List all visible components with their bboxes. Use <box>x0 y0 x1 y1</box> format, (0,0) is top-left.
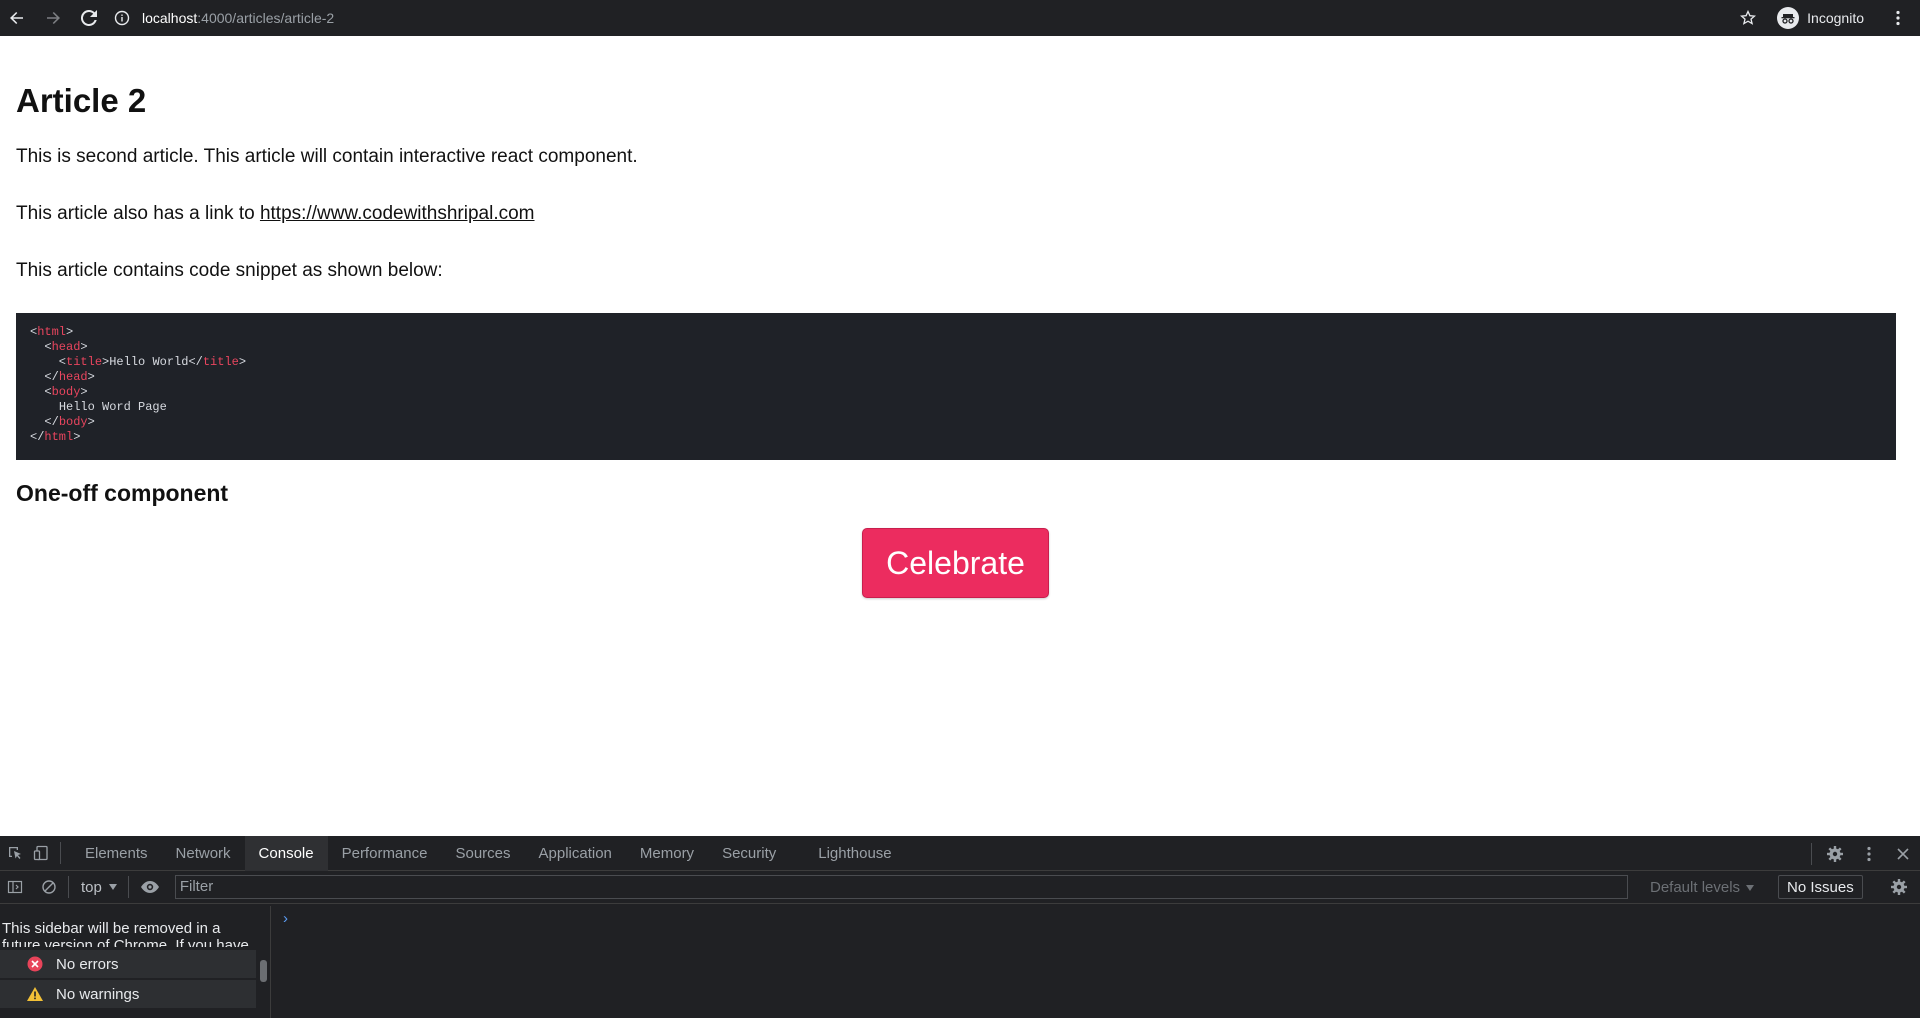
intro-paragraph: This is second article. This article wil… <box>16 146 638 167</box>
profile-label: Incognito <box>1807 10 1864 26</box>
tab-console[interactable]: Console <box>244 835 328 871</box>
celebrate-button[interactable]: Celebrate <box>862 528 1049 598</box>
eye-icon[interactable] <box>137 874 163 900</box>
console-prompt-icon[interactable]: › <box>283 910 288 927</box>
sidebar-item-errors[interactable]: No errors <box>0 950 256 978</box>
log-levels-dropdown[interactable]: Default levels <box>1650 871 1755 904</box>
code-tag: html <box>44 430 74 444</box>
browser-toolbar: localhost:4000/articles/article-2 Incogn… <box>0 0 1920 36</box>
show-sidebar-icon[interactable] <box>2 874 28 900</box>
code-line: </head> <box>30 370 95 384</box>
address-bar[interactable]: localhost:4000/articles/article-2 <box>114 10 334 26</box>
reload-icon[interactable] <box>74 3 104 33</box>
context-label: top <box>81 878 102 896</box>
code-line: </body> <box>30 415 95 429</box>
code-tag: body <box>58 415 88 429</box>
issues-button[interactable]: No Issues <box>1778 875 1863 899</box>
inspect-element-icon[interactable] <box>2 840 28 866</box>
divider <box>127 876 129 898</box>
console-sidebar: This sidebar will be removed in a future… <box>0 906 271 1018</box>
tab-lighthouse[interactable]: Lighthouse <box>804 836 905 871</box>
url-host: localhost <box>142 10 198 26</box>
link-prefix: This article also has a link to <box>16 203 260 224</box>
url-path: :4000/articles/article-2 <box>197 10 335 26</box>
info-icon[interactable] <box>114 10 130 26</box>
devtools-tabbar: Elements Network Console Performance Sou… <box>0 835 1920 871</box>
console-settings-gear-icon[interactable] <box>1886 874 1912 900</box>
divider <box>60 842 61 864</box>
code-tag: html <box>37 325 67 339</box>
dropdown-triangle-icon <box>108 884 117 890</box>
incognito-icon <box>1777 7 1800 29</box>
code-line: <html> <box>30 325 74 339</box>
code-line: Hello Word Page <box>58 400 167 414</box>
settings-gear-icon[interactable] <box>1822 841 1848 867</box>
incognito-profile[interactable]: Incognito <box>1777 7 1864 29</box>
code-tag: head <box>51 340 81 354</box>
more-menu-icon[interactable] <box>1886 3 1910 33</box>
tab-sources[interactable]: Sources <box>441 836 524 871</box>
sidebar-item-label: No errors <box>56 955 119 973</box>
code-tag: title <box>202 355 239 369</box>
sidebar-item-warnings[interactable]: No warnings <box>0 980 256 1008</box>
bookmark-star-icon[interactable] <box>1733 3 1763 33</box>
tab-network[interactable]: Network <box>162 836 245 871</box>
tab-elements[interactable]: Elements <box>71 836 162 871</box>
code-tag: head <box>58 370 88 384</box>
filter-input[interactable]: Filter <box>174 875 1628 899</box>
sidebar-item-label: No warnings <box>56 985 140 1003</box>
tab-performance[interactable]: Performance <box>328 836 442 871</box>
back-arrow-icon[interactable] <box>2 3 32 33</box>
device-toolbar-icon[interactable] <box>28 840 54 866</box>
sidebar-scrollbar[interactable] <box>260 960 267 982</box>
close-icon[interactable] <box>1890 841 1916 867</box>
external-link[interactable]: https://www.codewithshripal.com <box>260 203 535 224</box>
code-tag: body <box>51 385 81 399</box>
devtools-menu-icon[interactable] <box>1856 841 1882 867</box>
warning-icon <box>26 985 44 1003</box>
context-selector[interactable]: top <box>81 879 118 896</box>
forward-arrow-icon[interactable] <box>38 3 68 33</box>
tab-application[interactable]: Application <box>525 836 626 871</box>
code-line: <title>Hello World</title> <box>30 355 247 369</box>
page-title: Article 2 <box>16 82 147 119</box>
clear-console-icon[interactable] <box>36 874 62 900</box>
tab-security[interactable]: Security <box>708 836 790 871</box>
sidebar-deprecation-message: This sidebar will be removed in a future… <box>2 920 249 947</box>
code-line: <head> <box>30 340 88 354</box>
console-toolbar: top Filter Default levels No Issues <box>0 871 1920 904</box>
console-body: This sidebar will be removed in a future… <box>0 906 1920 1018</box>
code-snippet: <html> <head> <title>Hello World</title>… <box>16 313 1896 460</box>
page-content: Article 2 This is second article. This a… <box>0 36 1920 836</box>
link-paragraph: This article also has a link to https://… <box>16 203 535 225</box>
devtools-panel: Elements Network Console Performance Sou… <box>0 835 1920 1018</box>
error-icon <box>26 955 44 973</box>
divider <box>68 876 69 898</box>
divider <box>1811 842 1812 865</box>
code-line: </html> <box>30 430 81 444</box>
section-heading: One-off component <box>16 480 229 506</box>
tab-memory[interactable]: Memory <box>626 836 708 871</box>
code-line: <body> <box>30 385 88 399</box>
code-intro-paragraph: This article contains code snippet as sh… <box>16 260 443 281</box>
log-levels-label: Default levels <box>1650 879 1741 896</box>
code-tag: title <box>66 355 103 369</box>
dropdown-triangle-icon <box>1746 884 1755 891</box>
